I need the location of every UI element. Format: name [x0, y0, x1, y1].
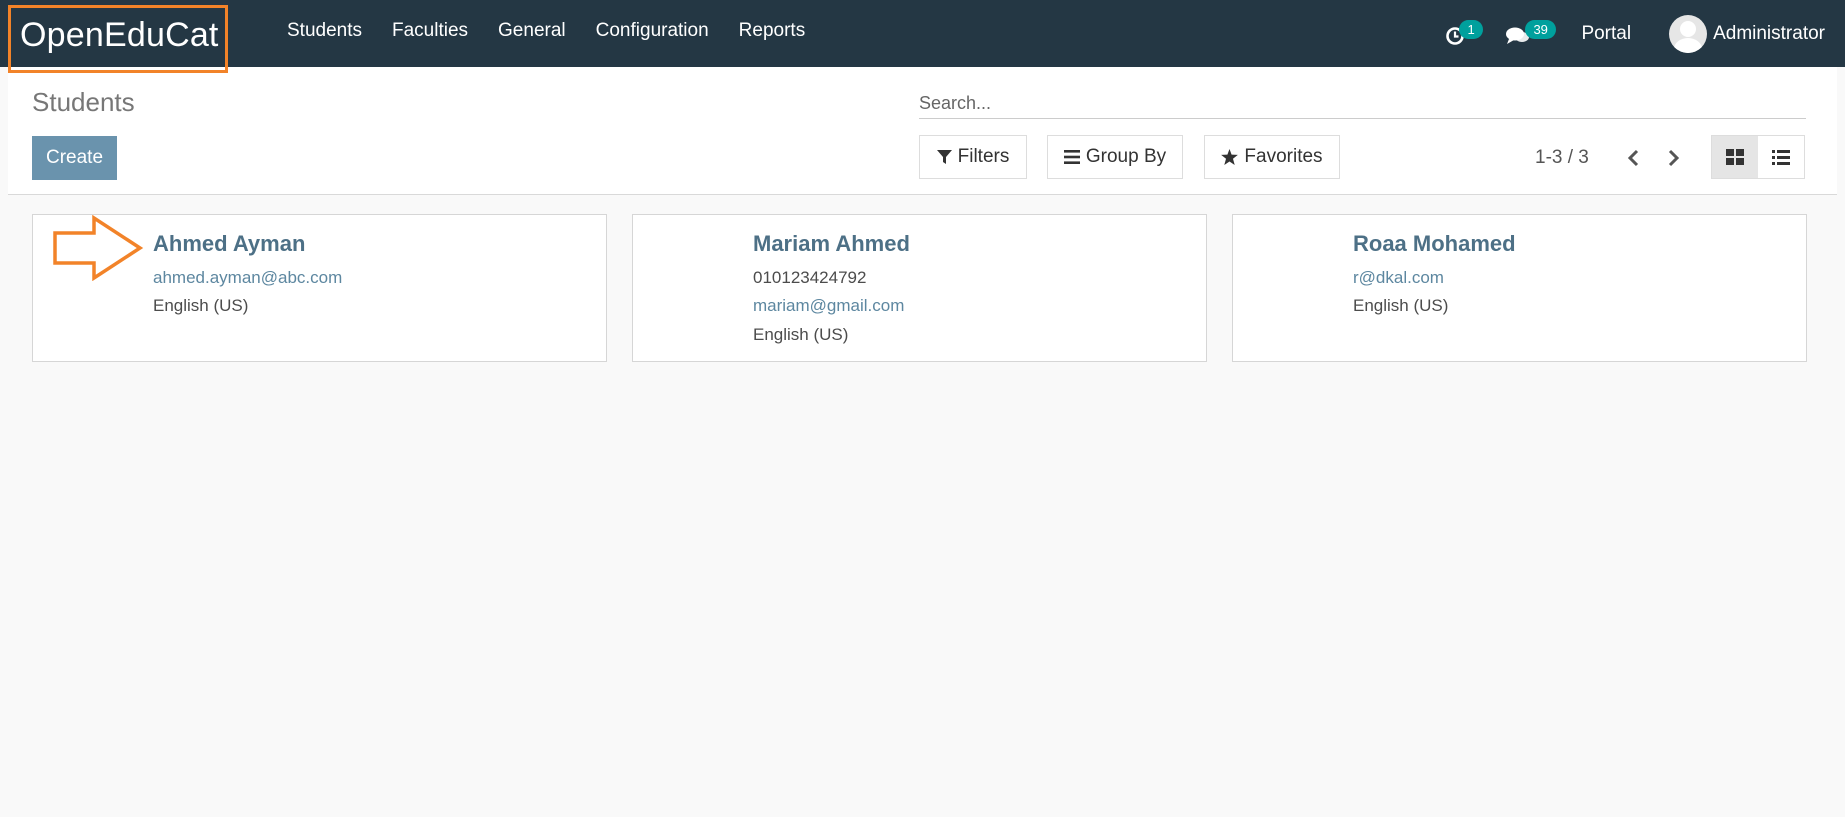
chevron-left-icon [1627, 149, 1639, 167]
pager-value[interactable]: 1-3 / 3 [1535, 147, 1589, 169]
group-by-label: Group By [1085, 146, 1167, 167]
menu-item-students[interactable]: Students [287, 20, 362, 42]
control-panel: Students Create Filters Group By Favorit… [8, 67, 1837, 195]
systray: 1 39 Portal Administrator [1445, 12, 1825, 56]
student-email[interactable]: ahmed.ayman@abc.com [153, 268, 342, 288]
student-email[interactable]: mariam@gmail.com [753, 296, 904, 316]
pager-next-button[interactable] [1659, 143, 1689, 173]
student-name[interactable]: Ahmed Ayman [153, 231, 305, 257]
user-avatar[interactable] [1669, 15, 1708, 53]
student-phone: 010123424792 [753, 268, 867, 287]
student-card[interactable]: Mariam Ahmed 010123424792 mariam@gmail.c… [632, 214, 1207, 362]
menu-item-configuration[interactable]: Configuration [596, 20, 709, 42]
menu-item-general[interactable]: General [498, 20, 566, 42]
filters-label: Filters [957, 146, 1010, 167]
student-language: English (US) [1353, 296, 1449, 315]
user-menu-name[interactable]: Administrator [1713, 23, 1825, 45]
bars-icon [1063, 150, 1080, 164]
list-icon [1772, 149, 1790, 165]
page-title: Students [32, 87, 135, 117]
view-switcher [1711, 135, 1805, 179]
portal-link[interactable]: Portal [1581, 23, 1631, 45]
create-button[interactable]: Create [32, 136, 117, 180]
star-icon [1221, 149, 1239, 165]
list-view-button[interactable] [1758, 136, 1804, 178]
chevron-right-icon [1668, 149, 1680, 167]
student-email[interactable]: r@dkal.com [1353, 268, 1444, 288]
student-name[interactable]: Roaa Mohamed [1353, 231, 1516, 257]
kanban-view-button[interactable] [1712, 136, 1758, 178]
favorites-button[interactable]: Favorites [1204, 135, 1340, 179]
grid-icon [1726, 149, 1744, 165]
student-language: English (US) [153, 296, 249, 315]
menu-item-faculties[interactable]: Faculties [392, 20, 468, 42]
favorites-label: Favorites [1244, 146, 1323, 167]
messages-button[interactable]: 39 [1505, 19, 1556, 49]
avatar-head-shape [1680, 21, 1697, 37]
filter-icon [936, 149, 952, 164]
arrow-right-icon [53, 215, 144, 281]
top-navbar: OpenEduCat Students Faculties General Co… [0, 0, 1845, 73]
activity-button[interactable]: 1 [1445, 19, 1483, 49]
messages-count-badge: 39 [1525, 20, 1556, 39]
brand-logo[interactable]: OpenEduCat [8, 5, 228, 73]
student-language: English (US) [753, 325, 849, 344]
filters-button[interactable]: Filters [919, 135, 1027, 179]
student-name[interactable]: Mariam Ahmed [753, 231, 910, 257]
avatar-body-shape [1674, 38, 1703, 53]
activity-count-badge: 1 [1459, 20, 1483, 39]
main-menu: Students Faculties General Configuration… [287, 20, 805, 42]
pager-previous-button[interactable] [1618, 143, 1648, 173]
group-by-button[interactable]: Group By [1047, 135, 1183, 179]
search-input[interactable] [919, 89, 1806, 119]
student-card[interactable]: Roaa Mohamed r@dkal.com English (US) [1232, 214, 1807, 362]
menu-item-reports[interactable]: Reports [739, 20, 806, 42]
